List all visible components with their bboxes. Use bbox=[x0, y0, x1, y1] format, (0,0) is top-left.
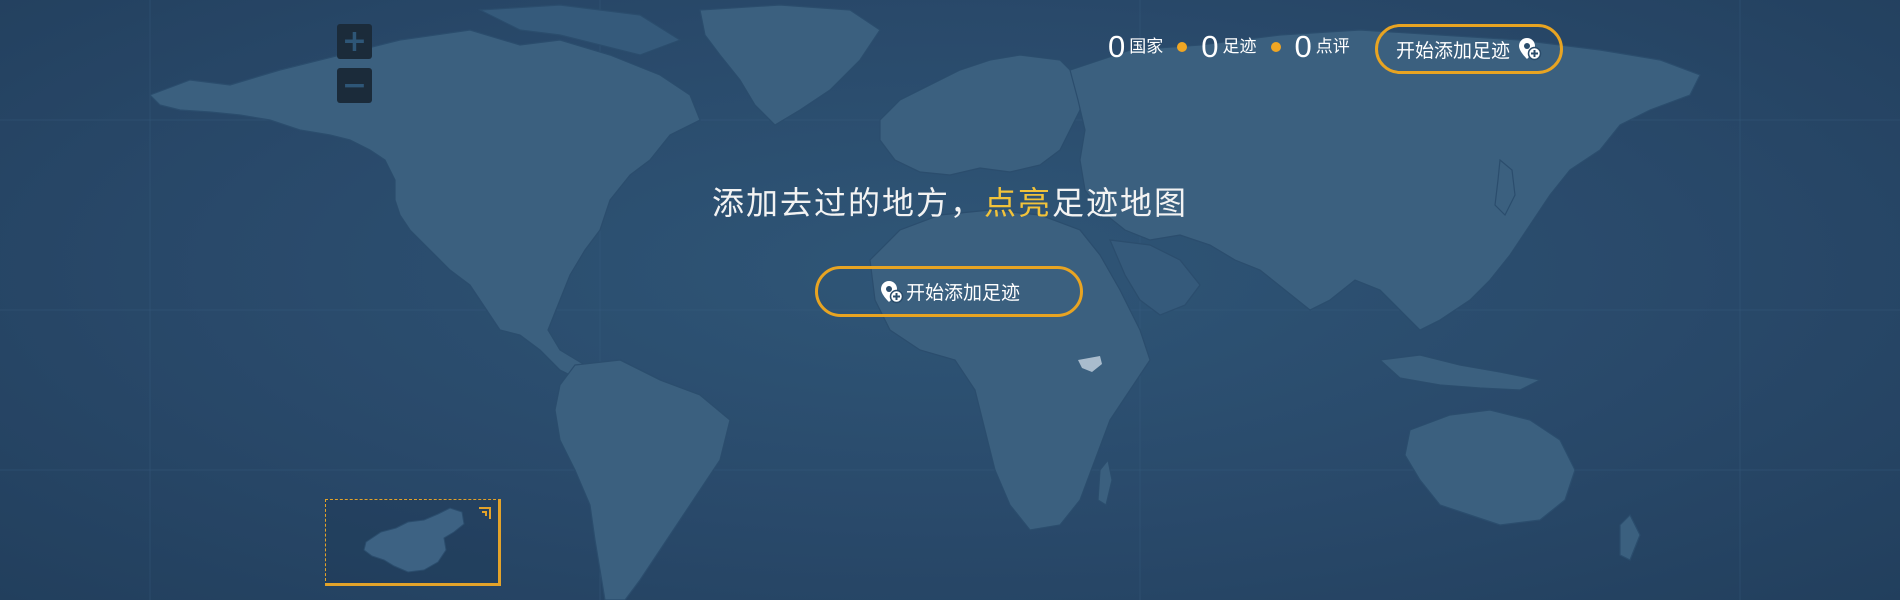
zoom-in-button[interactable]: + bbox=[337, 24, 372, 59]
stat-separator-dot bbox=[1177, 42, 1188, 52]
add-footprint-label: 开始添加足迹 bbox=[1395, 39, 1510, 62]
stat-separator-dot bbox=[1270, 42, 1281, 52]
headline-part2: 足迹地图 bbox=[1052, 184, 1189, 222]
map-pin-add-icon bbox=[1519, 38, 1542, 61]
corner-arrow-icon[interactable] bbox=[478, 506, 492, 520]
footprint-stats: 0 国家 0 足迹 0 点评 bbox=[1108, 29, 1350, 65]
stat-footprints-count: 0 bbox=[1201, 29, 1219, 64]
add-footprint-label: 开始添加足迹 bbox=[905, 282, 1020, 304]
china-outline bbox=[363, 507, 465, 573]
land-new-zealand[interactable] bbox=[1619, 513, 1641, 561]
land-greenland[interactable] bbox=[699, 4, 881, 126]
china-minimap[interactable] bbox=[325, 499, 501, 586]
stat-countries-label: 国家 bbox=[1129, 37, 1164, 57]
land-australia[interactable] bbox=[1404, 409, 1576, 526]
zoom-out-button[interactable]: − bbox=[337, 68, 372, 103]
stat-reviews-count: 0 bbox=[1294, 29, 1312, 64]
headline-part1: 添加去过的地方， bbox=[711, 184, 984, 222]
map-pin-add-icon bbox=[880, 280, 904, 303]
land-indonesia[interactable] bbox=[1378, 354, 1542, 391]
stat-reviews-label: 点评 bbox=[1315, 37, 1350, 57]
stat-countries-count: 0 bbox=[1108, 29, 1126, 64]
headline-highlight: 点亮 bbox=[983, 184, 1052, 222]
add-footprint-button-top[interactable]: 开始添加足迹 bbox=[1375, 24, 1563, 74]
land-south-america[interactable] bbox=[554, 359, 731, 600]
headline: 添加去过的地方，点亮足迹地图 bbox=[0, 178, 1900, 224]
stat-footprints-label: 足迹 bbox=[1222, 37, 1257, 57]
land-madagascar[interactable] bbox=[1097, 458, 1113, 506]
land-europe[interactable] bbox=[879, 54, 1081, 176]
add-footprint-button-center[interactable]: 开始添加足迹 bbox=[815, 266, 1083, 317]
map-stage[interactable]: + − 0 国家 0 足迹 0 点评 开始添加足迹 添加去过的地方，点亮足迹地图 bbox=[0, 0, 1900, 600]
